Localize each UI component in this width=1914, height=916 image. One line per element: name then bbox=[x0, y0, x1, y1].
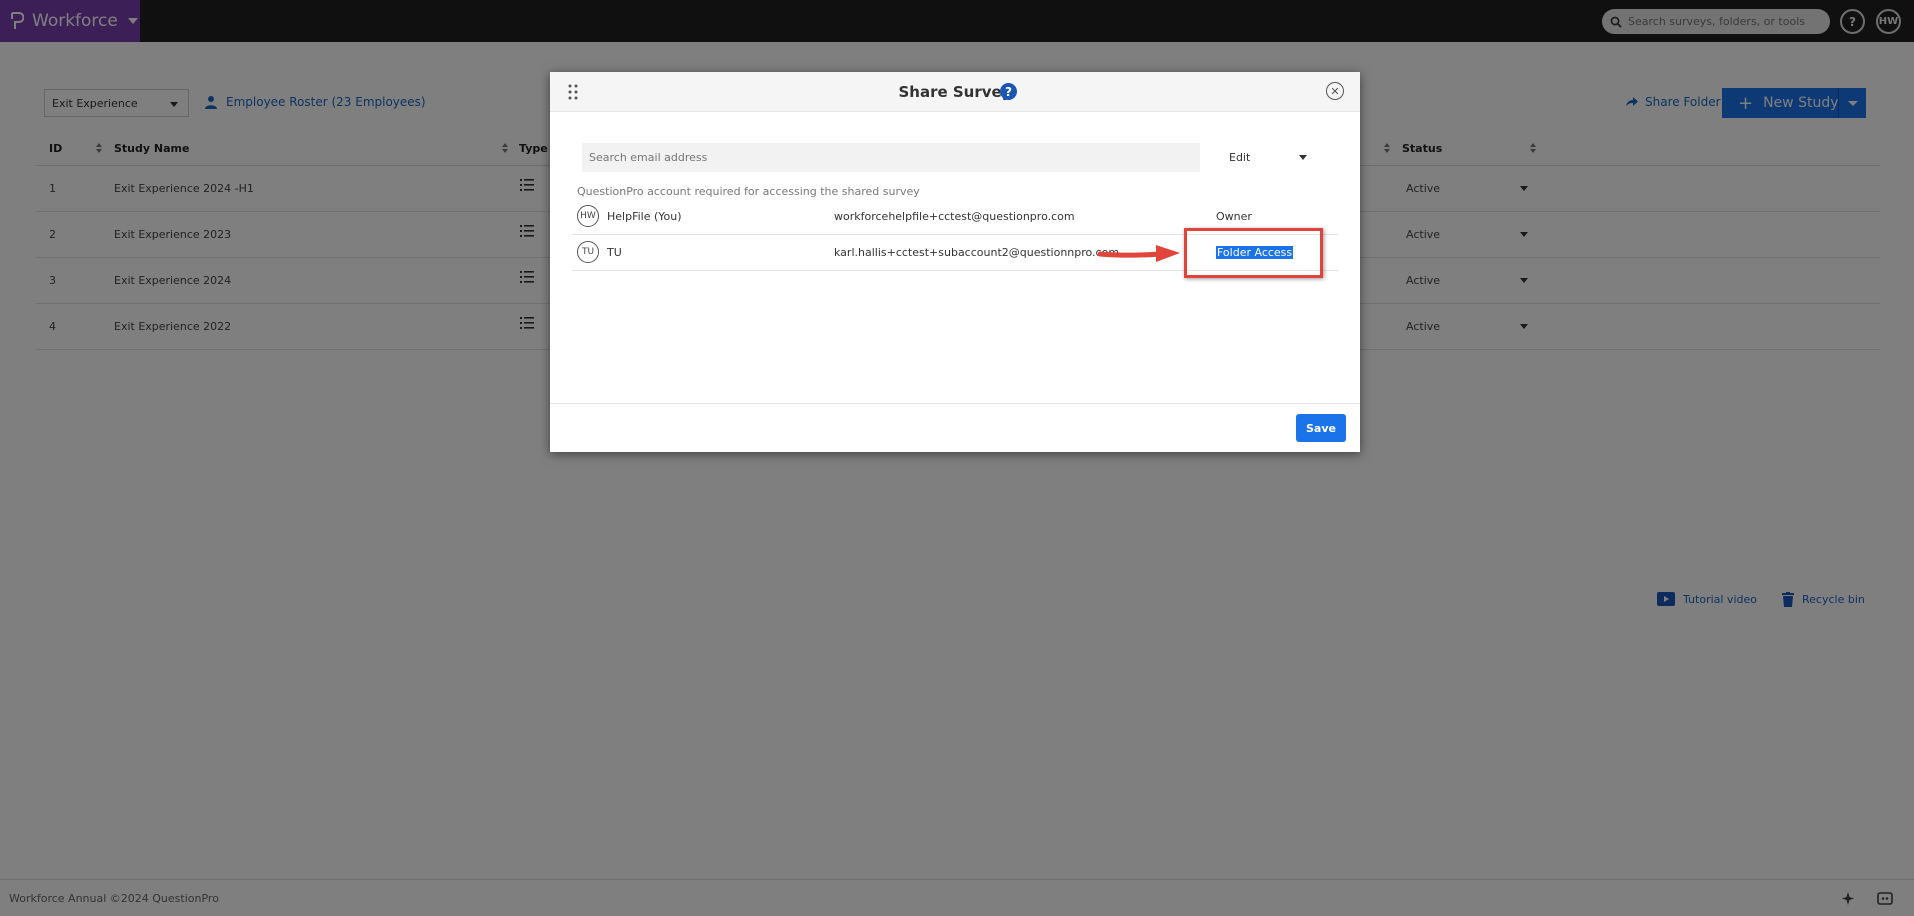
share-user-name: HelpFile (You) bbox=[607, 210, 682, 223]
dialog-header: Share Survey ? ✕ bbox=[550, 72, 1360, 112]
save-button[interactable]: Save bbox=[1296, 414, 1346, 442]
callout-arrow-icon bbox=[1098, 245, 1180, 262]
avatar: TU bbox=[577, 241, 599, 263]
help-icon[interactable]: ? bbox=[1000, 83, 1017, 100]
email-search-input[interactable] bbox=[582, 143, 1200, 172]
share-user-email: karl.hallis+cctest+subaccount2@questionn… bbox=[834, 246, 1120, 259]
dialog-title: Share Survey bbox=[898, 83, 1012, 101]
account-required-note: QuestionPro account required for accessi… bbox=[577, 185, 920, 198]
callout-highlight-box bbox=[1184, 228, 1323, 278]
close-icon[interactable]: ✕ bbox=[1326, 82, 1344, 100]
avatar: HW bbox=[577, 205, 599, 227]
dialog-footer bbox=[550, 403, 1360, 452]
caret-down-icon bbox=[1299, 155, 1307, 160]
permission-dropdown[interactable]: Edit bbox=[1220, 143, 1320, 172]
share-user-role: Owner bbox=[1216, 210, 1252, 223]
share-user-email: workforcehelpfile+cctest@questionpro.com bbox=[834, 210, 1075, 223]
permission-dropdown-value: Edit bbox=[1229, 151, 1251, 164]
share-user-name: TU bbox=[607, 246, 622, 259]
share-survey-dialog: Share Survey ? ✕ Edit QuestionPro accoun… bbox=[550, 72, 1360, 452]
